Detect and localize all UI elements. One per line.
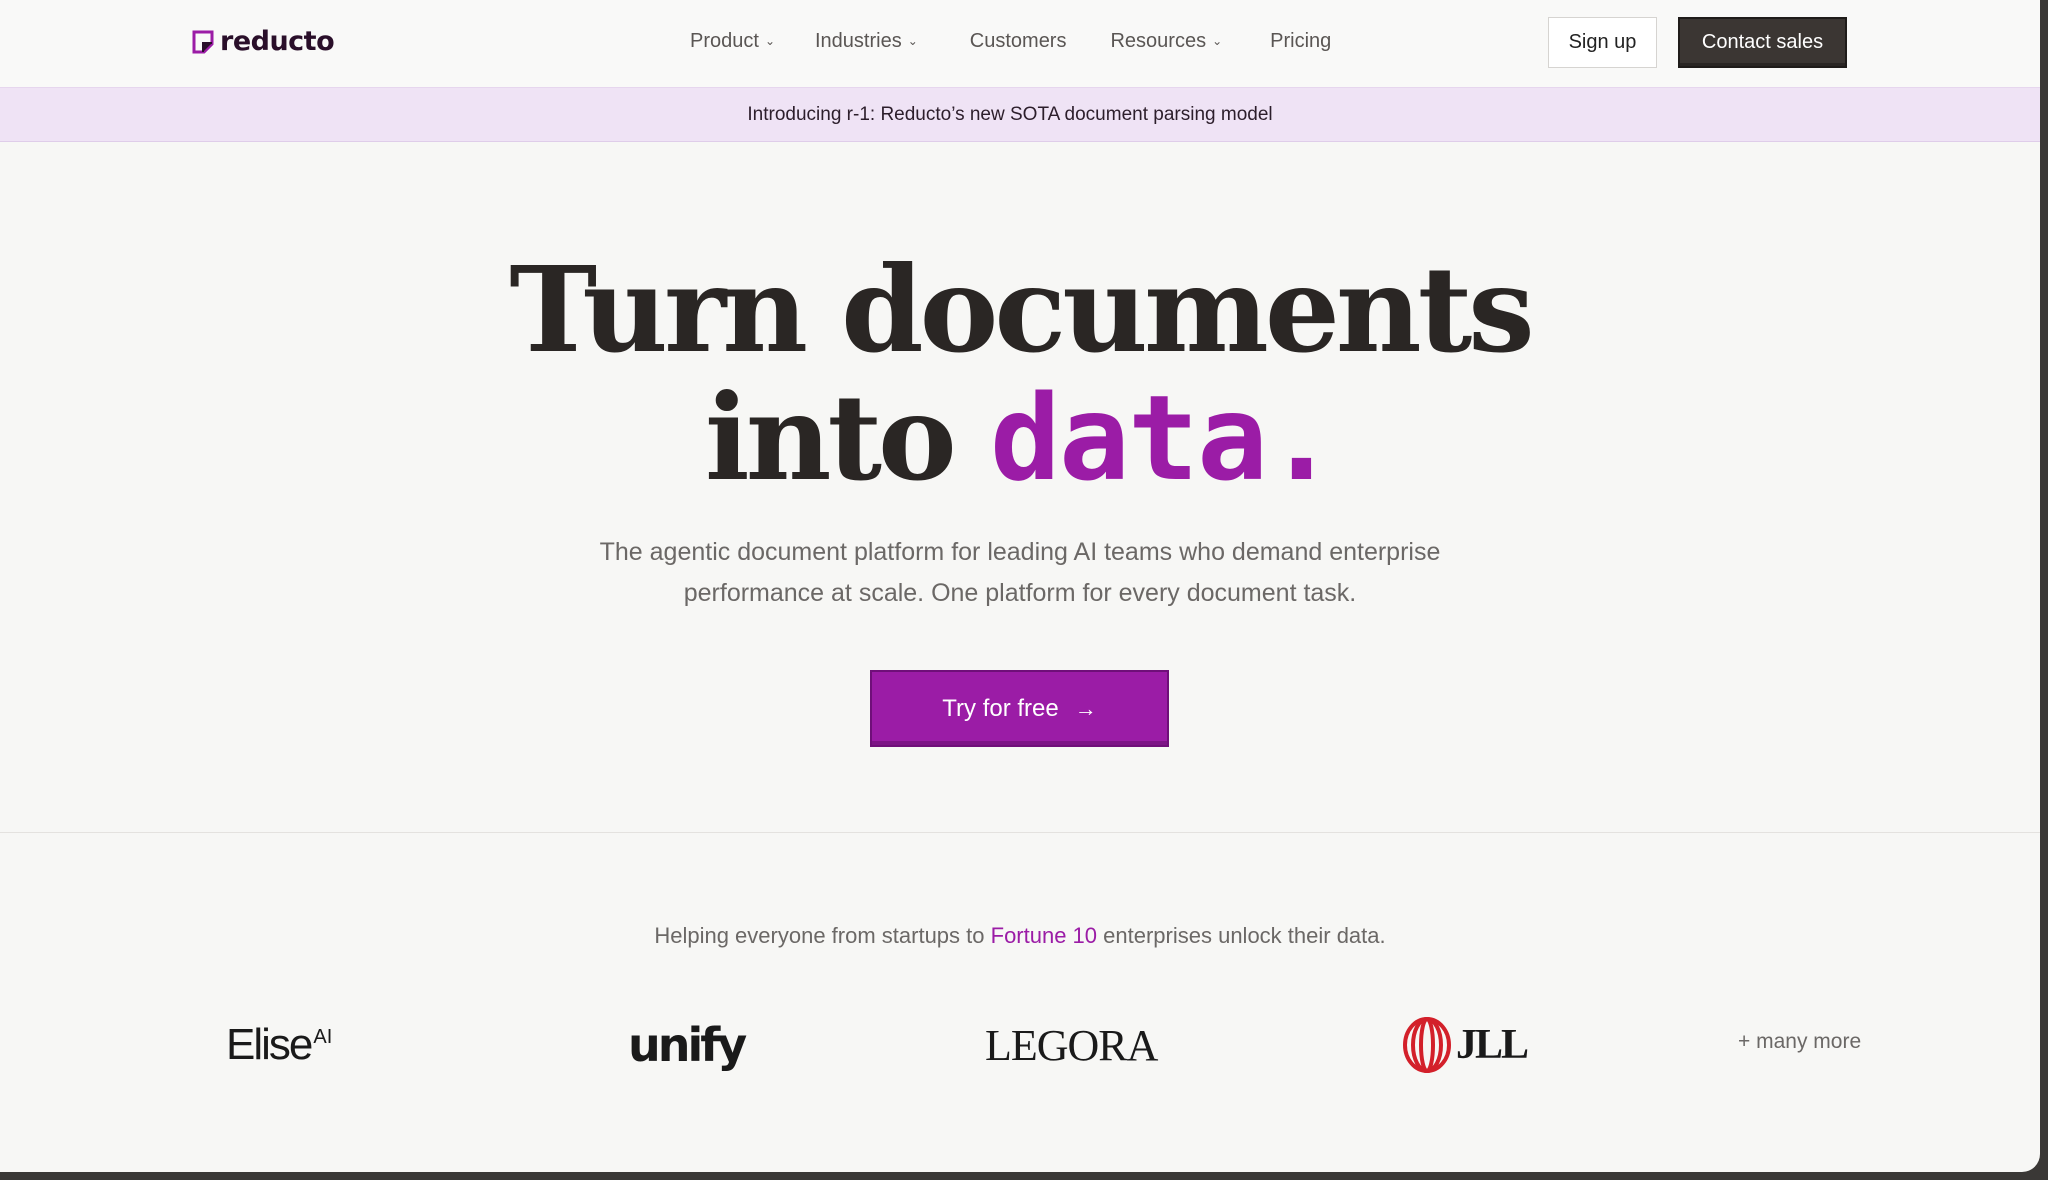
tagline-prefix: Helping everyone from startups to — [654, 923, 991, 948]
chevron-down-icon: ⌄ — [764, 33, 775, 48]
reducto-logo[interactable]: reducto — [192, 26, 335, 57]
announcement-banner[interactable]: Introducing r‑1: Reducto’s new SOTA docu… — [0, 87, 2040, 142]
chevron-down-icon: ⌄ — [907, 33, 918, 48]
cta-label: Try for free — [942, 694, 1059, 722]
arrow-right-icon: → — [1074, 695, 1097, 721]
hero-subtitle-line-1: The agentic document platform for leadin… — [599, 538, 1441, 566]
jll-emblem-icon — [1403, 1017, 1451, 1073]
unify-logo: unify — [628, 1018, 747, 1072]
hero-title-line-1: Turn documents — [509, 240, 1534, 379]
menu-item-resources[interactable]: Resources ⌄ — [1110, 30, 1222, 53]
elise-logo-sup: AI — [313, 1025, 333, 1048]
hero-subtitle-line-2: performance at scale. One platform for e… — [683, 579, 1357, 607]
hero-title-accent: data. — [989, 369, 1337, 507]
hero-subtitle: The agentic document platform for leadin… — [0, 532, 2040, 614]
top-navigation: reducto Product ⌄ Industries ⌄ Customers… — [0, 0, 2040, 87]
menu-item-product[interactable]: Product ⌄ — [690, 30, 775, 53]
main-menu: Product ⌄ Industries ⌄ Customers Resourc… — [690, 30, 1331, 53]
menu-item-customers[interactable]: Customers — [970, 30, 1067, 53]
menu-item-label: Resources — [1110, 30, 1207, 52]
customers-tagline: Helping everyone from startups to Fortun… — [0, 923, 2040, 949]
sign-up-button[interactable]: Sign up — [1548, 17, 1657, 68]
menu-item-label: Pricing — [1270, 30, 1332, 52]
elise-logo-text: Elise — [226, 1020, 313, 1069]
menu-item-pricing[interactable]: Pricing — [1270, 30, 1331, 53]
try-for-free-button[interactable]: Try for free → — [870, 670, 1169, 747]
menu-item-label: Customers — [969, 30, 1067, 52]
elise-ai-logo: Elise AI — [226, 1015, 332, 1075]
menu-item-label: Industries — [815, 30, 902, 52]
logo-text: reducto — [220, 26, 335, 57]
announcement-text[interactable]: Introducing r‑1: Reducto’s new SOTA docu… — [747, 104, 1272, 126]
section-divider — [0, 832, 2040, 833]
reducto-logo-icon — [192, 30, 214, 54]
browser-viewport: reducto Product ⌄ Industries ⌄ Customers… — [0, 0, 2040, 1172]
many-more-link[interactable]: + many more — [1738, 1030, 1861, 1054]
hero-title-prefix: into — [704, 368, 990, 507]
menu-item-label: Product — [690, 30, 759, 52]
jll-logo-text: JLL — [1456, 1022, 1529, 1068]
menu-item-industries[interactable]: Industries ⌄ — [815, 30, 918, 53]
hero-title-line-2: into data. — [0, 368, 2040, 508]
contact-sales-button[interactable]: Contact sales — [1678, 17, 1847, 68]
legora-logo: LEGORA — [985, 1020, 1158, 1070]
chevron-down-icon: ⌄ — [1212, 33, 1223, 48]
jll-logo: JLL — [1402, 1015, 1529, 1075]
tagline-suffix: enterprises unlock their data. — [1097, 923, 1386, 948]
tagline-accent: Fortune 10 — [990, 923, 1098, 948]
